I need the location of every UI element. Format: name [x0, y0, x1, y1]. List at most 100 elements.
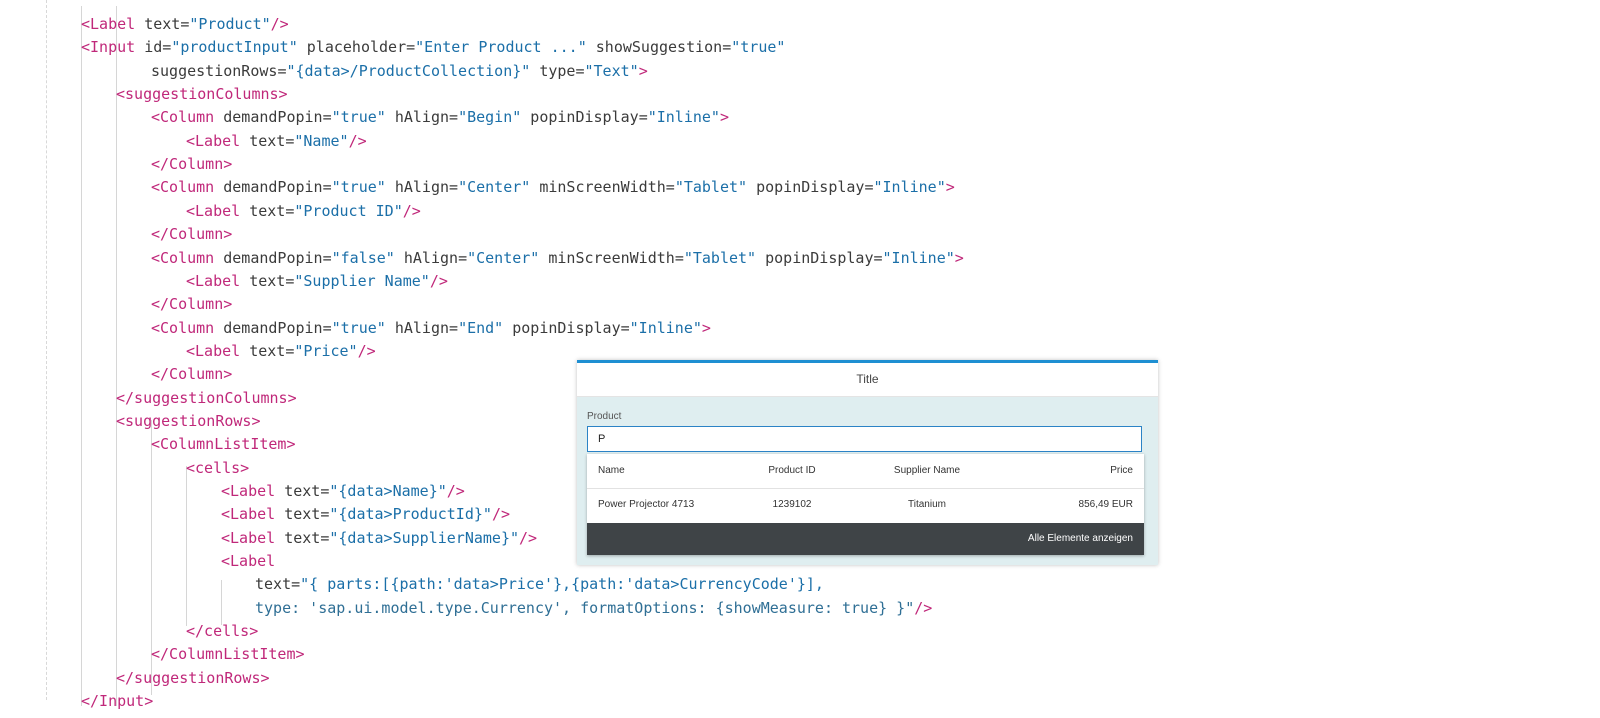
code-token: </suggestionColumns> [116, 388, 297, 407]
code-line: <Label text="{data>Name}"/> [221, 480, 465, 503]
code-token: /> [357, 341, 376, 360]
code-token: minScreenWidth [530, 178, 666, 197]
code-token: popinDisplay [503, 318, 621, 337]
code-token: "Product" [189, 15, 271, 33]
code-token: /> [270, 15, 289, 33]
code-token: = [322, 178, 332, 197]
code-token: demandPopin [223, 178, 323, 197]
code-line: <Column demandPopin="true" hAlign="Cente… [151, 176, 955, 199]
product-input[interactable]: P [587, 426, 1142, 452]
code-token: <suggestionRows> [116, 411, 261, 430]
dialog: Title Product P Name Product ID Supplier… [577, 360, 1158, 565]
code-token: <Label [221, 552, 276, 571]
code-token: = [322, 318, 332, 337]
column-header-product-id: Product ID [768, 465, 816, 476]
code-token: <Label [186, 271, 250, 290]
code-token: showSuggestion [586, 38, 723, 57]
code-line: <Column demandPopin="false" hAlign="Cent… [151, 247, 964, 270]
code-token: "{ parts:[{path:'data>Price'},{path:'dat… [300, 575, 824, 594]
code-line: <Label text="Supplier Name"/> [186, 270, 448, 293]
code-line: <Input id="productInput" placeholder="En… [81, 36, 785, 59]
cell-price: 856,49 EUR [1078, 499, 1133, 510]
indent-guide [46, 0, 47, 700]
code-line: <ColumnListItem> [151, 433, 296, 456]
code-line: text="{ parts:[{path:'data>Price'},{path… [255, 573, 824, 596]
code-token: > [945, 178, 955, 197]
code-line: </ColumnListItem> [151, 643, 305, 666]
code-token: <Label [221, 528, 285, 547]
code-token: <Label [221, 505, 285, 524]
code-token: <Label [186, 201, 250, 220]
code-line: </suggestionRows> [116, 667, 270, 690]
code-token: "Tablet" [683, 248, 757, 267]
code-token: "true" [331, 108, 386, 127]
code-token: </Column> [151, 365, 233, 384]
code-line: <Column demandPopin="true" hAlign="Begin… [151, 106, 729, 129]
code-token: = [322, 248, 332, 267]
code-token: </suggestionRows> [116, 668, 270, 687]
code-token: popinDisplay [521, 108, 639, 127]
code-token: id [144, 38, 163, 57]
code-token: <Label [81, 15, 145, 33]
code-token: <Column [151, 318, 224, 337]
code-token: text [284, 482, 321, 500]
code-token: "Product ID" [294, 201, 403, 220]
product-label: Product [587, 411, 622, 422]
code-token: = [575, 61, 585, 80]
column-header-name: Name [598, 465, 625, 476]
code-token: "Inline" [882, 248, 955, 267]
code-token: > [701, 318, 711, 337]
code-token: popinDisplay [747, 178, 865, 197]
code-token: > [954, 248, 964, 267]
code-line: <cells> [186, 457, 249, 480]
code-token: /> [914, 598, 933, 617]
code-token: "Begin" [458, 108, 522, 127]
code-token: type [530, 61, 576, 80]
code-line: <Label text="Product ID"/> [186, 200, 421, 223]
code-token: "Text" [584, 61, 639, 80]
code-token: </Column> [151, 155, 233, 174]
code-token: "false" [331, 248, 395, 267]
code-token: "{data>Name}" [329, 482, 447, 500]
code-token: /> [429, 271, 448, 290]
code-token: </cells> [186, 622, 259, 641]
indent-guide [116, 6, 117, 706]
suggestion-row[interactable]: Power Projector 4713 1239102 Titanium 85… [587, 488, 1144, 523]
code-token: "Inline" [873, 178, 946, 197]
indent-guide [81, 6, 82, 706]
suggestion-table-header: Name Product ID Supplier Name Price [587, 454, 1144, 489]
code-token: <Column [151, 248, 224, 267]
cell-supplier-name: Titanium [908, 499, 946, 510]
code-token: = [406, 38, 416, 57]
code-editor: <Label text="Product"/> <Input id="produc… [0, 0, 1600, 718]
code-token: <Column [151, 178, 224, 197]
column-header-supplier-name: Supplier Name [893, 465, 961, 476]
code-token: = [722, 38, 732, 57]
code-token: "Price" [294, 341, 358, 360]
code-token: = [873, 248, 883, 267]
code-token: "productInput" [171, 38, 298, 57]
code-token: <suggestionColumns> [116, 85, 288, 104]
code-token: "{data>/ProductCollection}" [286, 61, 531, 80]
code-token: = [638, 108, 648, 127]
code-line: </cells> [186, 620, 258, 643]
code-line: <Label [221, 550, 275, 573]
code-token: = [620, 318, 630, 337]
code-token: minScreenWidth [539, 248, 675, 267]
code-token: text [284, 505, 321, 524]
indent-guide [186, 466, 187, 626]
code-token: type: 'sap.ui.model.type.Currency', form… [255, 598, 915, 617]
code-token: hAlign [385, 318, 450, 337]
code-token: /> [519, 528, 538, 547]
code-token: "true" [331, 178, 386, 197]
cell-product-id: 1239102 [772, 499, 812, 510]
show-all-items-button[interactable]: Alle Elemente anzeigen [587, 523, 1144, 555]
code-token: <Label [186, 131, 250, 150]
code-line: <Label text="Product"/> [81, 13, 289, 36]
code-token: "Center" [467, 248, 540, 267]
code-token: </Input> [81, 692, 154, 711]
code-line: </Column> [151, 223, 232, 246]
column-header-price: Price [1110, 465, 1133, 476]
code-token: > [638, 61, 648, 80]
dialog-title: Title [577, 363, 1158, 397]
